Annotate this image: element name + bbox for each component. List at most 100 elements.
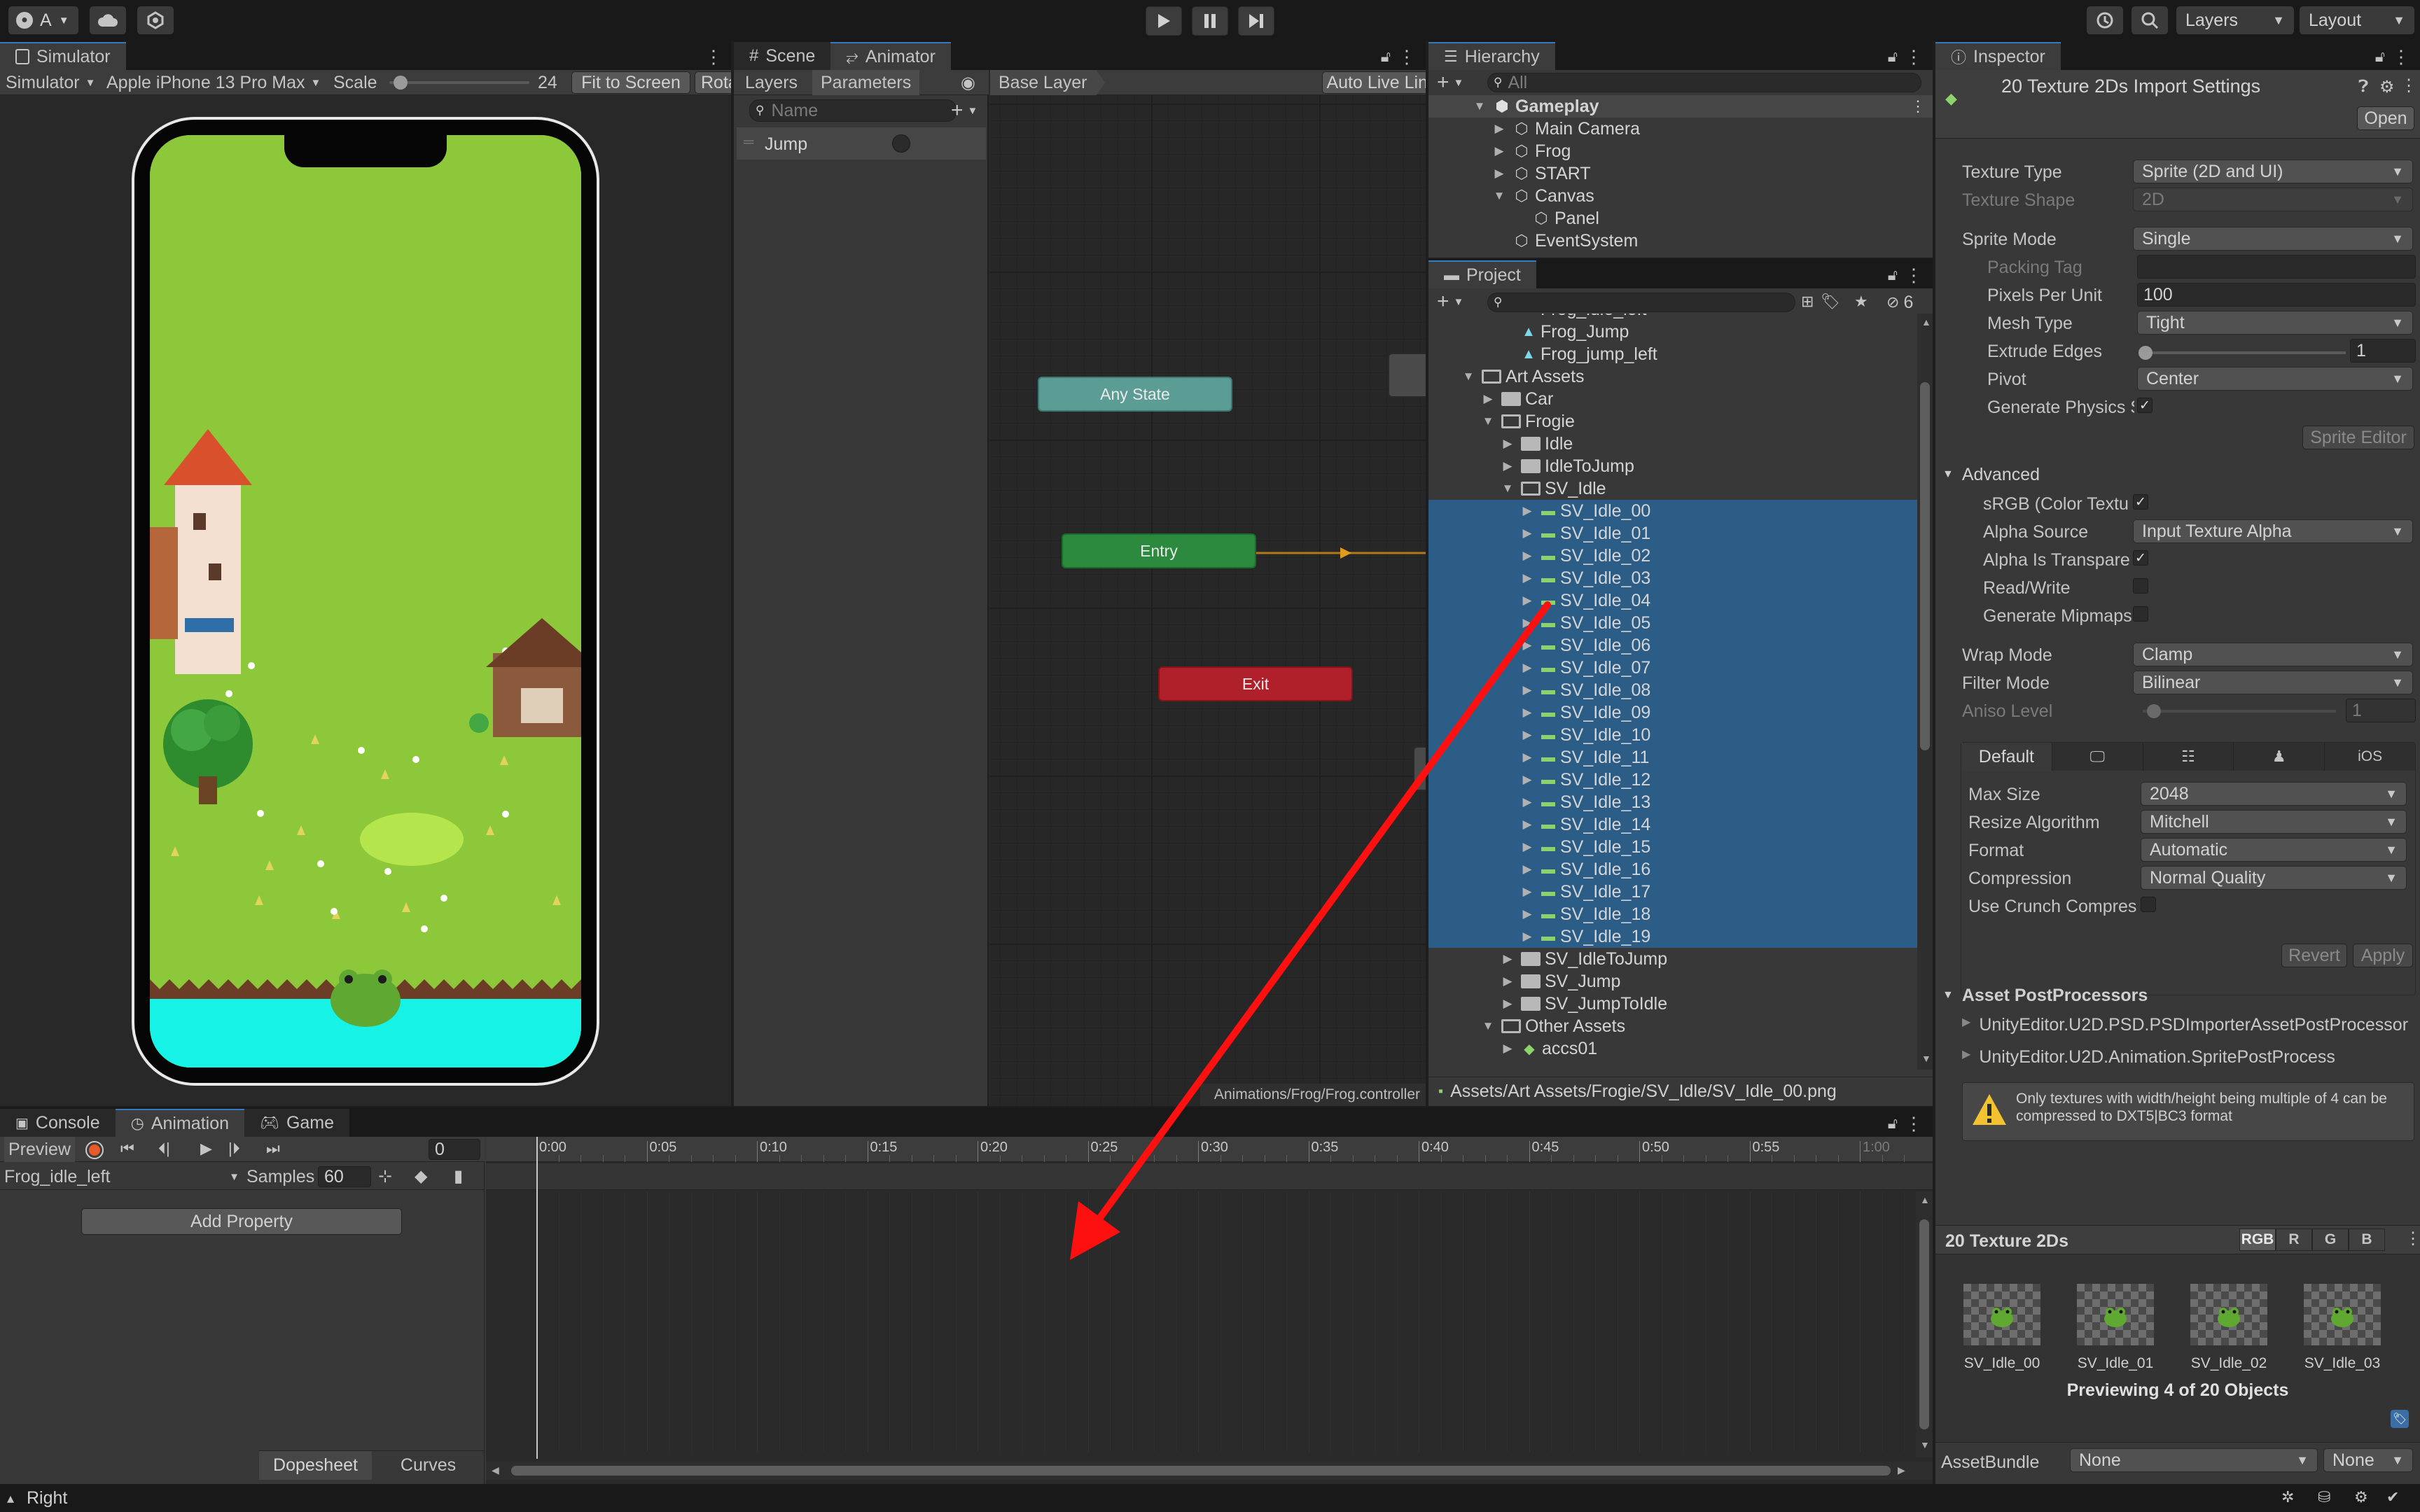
scale-slider[interactable] [389,76,529,90]
clip-dropdown[interactable]: Frog_idle_left ▼ [4,1163,239,1190]
progress-icon[interactable]: ⚙ [2354,1488,2368,1506]
first-keyframe-button[interactable]: ⏮ [120,1140,134,1158]
tab-platform-android[interactable]: ♟ [2233,743,2324,771]
samples-field[interactable]: 60 [318,1166,371,1187]
check-icon[interactable]: ✔ [2386,1488,2399,1506]
timeline-vscrollbar[interactable]: ▲ ▼ [1916,1191,1933,1457]
trigger-radio[interactable] [892,134,910,153]
tab-project[interactable]: ▬ Project [1428,260,1536,288]
mesh-type-dropdown[interactable]: Tight ▼ [2137,311,2413,335]
project-item[interactable]: ▶ ▬ SV_Idle_12 [1428,769,1917,791]
tab-hierarchy[interactable]: ☰ Hierarchy [1428,42,1555,70]
auto-live-link-button[interactable]: Auto Live Link [1322,71,1426,94]
tab-console[interactable]: ▣ Console [0,1109,116,1137]
project-item[interactable]: ▶ ▬ SV_Idle_07 [1428,657,1917,679]
project-item[interactable]: ▶ ▬ SV_Idle_03 [1428,567,1917,589]
add-property-button[interactable]: Add Property [81,1208,402,1235]
channel-button-b[interactable]: B [2349,1228,2385,1251]
state-node-partial[interactable] [1413,746,1426,791]
tab-simulator[interactable]: Simulator [0,42,126,70]
project-item[interactable]: ▶ ▬ SV_Idle_17 [1428,881,1917,903]
events-row[interactable] [486,1163,1933,1190]
play-button[interactable]: ▶ [200,1140,212,1158]
revert-button[interactable]: Revert [2281,944,2347,967]
chevron-right-icon[interactable]: ▶ [1518,571,1536,585]
parameter-row[interactable]: ═ Jump [737,127,986,160]
tab-scene[interactable]: # Scene [734,42,831,70]
project-item[interactable]: ▶ ▬ SV_Idle_04 [1428,589,1917,612]
postprocessor-item[interactable]: ▶ UnityEditor.U2D.Animation.SpritePostPro… [1962,1047,2335,1068]
chevron-right-icon[interactable]: ▶ [1518,728,1536,742]
more-icon[interactable]: ⋮ [2405,1228,2420,1249]
apply-button[interactable]: Apply [2353,944,2413,967]
project-item[interactable]: ▶ ▬ SV_Idle_13 [1428,791,1917,813]
project-item[interactable]: ▶ ▬ SV_Idle_18 [1428,903,1917,925]
scroll-up-icon[interactable]: ▲ [1921,316,1931,328]
pivot-dropdown[interactable]: Center ▼ [2137,367,2413,391]
project-item[interactable]: ▶ ▬ SV_Idle_08 [1428,679,1917,701]
more-icon[interactable]: ⋮ [1910,97,1926,115]
chevron-right-icon[interactable]: ▶ [1518,840,1536,854]
chevron-down-icon[interactable]: ▼ [1479,414,1497,428]
tab-platform-ios[interactable]: iOS [2324,743,2415,771]
scroll-down-icon[interactable]: ▼ [1921,1053,1931,1064]
more-icon[interactable]: ⋮ [704,46,723,68]
any-state-node[interactable]: Any State [1038,377,1232,412]
cache-icon[interactable]: ⛁ [2318,1488,2330,1506]
simulator-mode-dropdown[interactable]: Simulator ▼ [6,70,95,95]
chevron-right-icon[interactable]: ▶ [1518,885,1536,899]
project-item[interactable]: ▶ SV_IdleToJump [1428,948,1917,970]
project-item[interactable]: ▶ ▬ SV_Idle_01 [1428,522,1917,545]
sprite-mode-dropdown[interactable]: Single ▼ [2133,227,2413,251]
scroll-right-icon[interactable]: ▶ [1898,1464,1905,1476]
project-item[interactable]: ▲ Frog_idle_left [1428,314,1917,321]
search-by-type-icon[interactable]: ⊞ [1801,293,1814,311]
record-button[interactable] [85,1141,104,1159]
lock-icon[interactable]: 🔓︎ [1888,1114,1898,1133]
more-icon[interactable]: ⋮ [1905,265,1923,286]
project-item[interactable]: ▶ ▬ SV_Idle_19 [1428,925,1917,948]
format-dropdown[interactable]: Automatic ▼ [2141,838,2407,862]
save-search-icon[interactable]: ★ [1854,293,1868,311]
next-keyframe-button[interactable]: |⏵︎ [228,1140,240,1158]
scale-slider-thumb[interactable] [394,76,408,90]
alpha-transparency-checkbox[interactable]: ✓ [2133,550,2148,566]
sprite-editor-button[interactable]: Sprite Editor [2302,426,2414,449]
chevron-right-icon[interactable]: ▶ [1498,952,1517,966]
chevron-right-icon[interactable]: ▶ [1518,638,1536,652]
project-item[interactable]: ▶ ▬ SV_Idle_11 [1428,746,1917,769]
scroll-up-icon[interactable]: ▲ [1920,1194,1930,1205]
parameter-search-input[interactable]: ⚲ Name [749,99,957,122]
scrollbar-thumb[interactable] [511,1466,1891,1476]
open-button[interactable]: Open [2357,106,2414,130]
project-item[interactable]: ▶ SV_Jump [1428,970,1917,993]
scroll-down-icon[interactable]: ▼ [1920,1439,1930,1450]
crunch-checkbox[interactable] [2141,897,2156,912]
search-button[interactable] [2132,6,2168,34]
chevron-right-icon[interactable]: ▶ [1518,616,1536,630]
wrap-mode-dropdown[interactable]: Clamp ▼ [2133,643,2413,666]
lock-icon[interactable]: 🔓︎ [1888,48,1898,66]
chevron-right-icon[interactable]: ▶ [1498,997,1517,1011]
timeline-area[interactable]: 0:00 0:05 0:10 0:15 0:20 0:25 0:30 0:35 0:40 0:45… [486,1137,1933,1484]
history-button[interactable] [2087,6,2123,34]
more-icon[interactable]: ⋮ [2400,76,2417,96]
read-write-checkbox[interactable] [2133,578,2148,594]
scroll-left-icon[interactable]: ◀ [492,1464,499,1476]
assetbundle-variant-dropdown[interactable]: None ▼ [2323,1448,2413,1472]
account-dropdown[interactable]: ● A ▼ [8,6,78,34]
more-icon[interactable]: ⋮ [2392,46,2410,68]
add-event-icon[interactable]: ▮ [454,1166,463,1186]
max-size-dropdown[interactable]: 2048 ▼ [2141,782,2407,806]
hierarchy-item[interactable]: ⬡ Panel [1428,207,1933,230]
chevron-right-icon[interactable]: ▶ [1518,504,1536,518]
more-icon[interactable]: ⋮ [1398,46,1416,68]
filter-by-label-icon[interactable]: 🏷︎ [1821,293,1840,311]
project-item[interactable]: ▶ ▬ SV_Idle_10 [1428,724,1917,746]
project-item[interactable]: ▲ Frog_jump_left [1428,343,1917,365]
project-item[interactable]: ▶ ▬ SV_Idle_02 [1428,545,1917,567]
chevron-right-icon[interactable]: ▶ [1490,122,1508,136]
extrude-slider-thumb[interactable] [2139,346,2153,360]
chevron-right-icon[interactable]: ▶ [1498,459,1517,473]
channel-button-g[interactable]: G [2312,1228,2349,1251]
